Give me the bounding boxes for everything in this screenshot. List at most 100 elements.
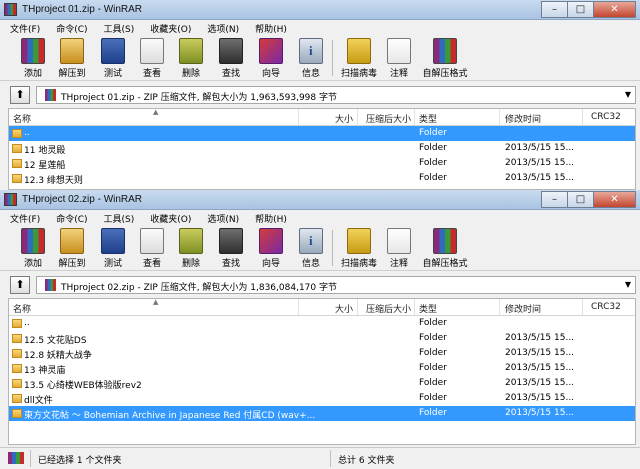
menu-favorites[interactable]: 收藏夹(O) bbox=[140, 211, 197, 225]
minimize-button[interactable]: – bbox=[541, 191, 567, 208]
folder-icon bbox=[12, 409, 22, 418]
add-button[interactable]: 添加 bbox=[14, 226, 52, 271]
comment-icon bbox=[387, 228, 411, 254]
window-title: THproject 02.zip - WinRAR bbox=[22, 194, 143, 205]
menu-options[interactable]: 选项(N) bbox=[197, 211, 245, 225]
find-button[interactable]: 查找 bbox=[212, 36, 250, 81]
chevron-down-icon[interactable]: ▼ bbox=[625, 280, 631, 289]
virus-scan-button[interactable]: 扫描病毒 bbox=[338, 226, 380, 271]
delete-button[interactable]: 删除 bbox=[172, 226, 210, 271]
maximize-button[interactable]: □ bbox=[567, 191, 593, 208]
column-type[interactable]: 类型 bbox=[419, 302, 437, 315]
column-type[interactable]: 类型 bbox=[419, 112, 437, 125]
menu-favorites[interactable]: 收藏夹(O) bbox=[140, 21, 197, 35]
virus-scan-icon bbox=[347, 38, 371, 64]
zip-archive-icon bbox=[45, 279, 56, 291]
list-item[interactable]: .. Folder bbox=[9, 126, 635, 141]
wizard-button[interactable]: 向导 bbox=[252, 36, 290, 81]
list-item[interactable]: 12.5 文花贴DS Folder 2013/5/15 15... bbox=[9, 331, 635, 346]
status-total: 总计 6 文件夹 bbox=[338, 456, 395, 466]
column-crc32[interactable]: CRC32 bbox=[591, 302, 621, 312]
list-item[interactable]: 12 星莲船 Folder 2013/5/15 15... bbox=[9, 156, 635, 171]
menu-bar: 文件(F) 命令(C) 工具(S) 收藏夹(O) 选项(N) 帮助(H) bbox=[0, 211, 640, 225]
column-size[interactable]: 大小 bbox=[335, 112, 353, 125]
menu-file[interactable]: 文件(F) bbox=[0, 211, 46, 225]
menu-help[interactable]: 帮助(H) bbox=[245, 21, 293, 35]
column-divider bbox=[582, 299, 583, 315]
menu-commands[interactable]: 命令(C) bbox=[46, 21, 93, 35]
delete-button[interactable]: 删除 bbox=[172, 36, 210, 81]
file-list: ▲ 名称 大小 压缩后大小 类型 修改时间 CRC32 .. Folder 11 … bbox=[8, 108, 636, 190]
view-button[interactable]: 查看 bbox=[133, 226, 171, 271]
folder-icon bbox=[12, 349, 22, 358]
up-arrow-icon: ⬆ bbox=[15, 278, 25, 291]
test-icon bbox=[101, 228, 125, 254]
test-button[interactable]: 测试 bbox=[94, 226, 132, 271]
info-button[interactable]: 信息 bbox=[292, 226, 330, 271]
column-crc32[interactable]: CRC32 bbox=[591, 112, 621, 122]
winrar-window-2: THproject 02.zip - WinRAR – □ ✕ 文件(F) 命令… bbox=[0, 190, 640, 469]
test-icon bbox=[101, 38, 125, 64]
comment-button[interactable]: 注释 bbox=[380, 36, 418, 81]
minimize-button[interactable]: – bbox=[541, 1, 567, 18]
column-name[interactable]: 名称 bbox=[13, 112, 31, 125]
folder-icon bbox=[12, 364, 22, 373]
extract-to-icon bbox=[60, 228, 84, 254]
winrar-app-icon bbox=[4, 3, 17, 16]
path-combobox[interactable]: THproject 01.zip - ZIP 压缩文件, 解包大小为 1,963… bbox=[36, 86, 636, 104]
info-icon bbox=[299, 228, 323, 254]
list-item[interactable]: 13.5 心绮楼WEB体验版rev2 Folder 2013/5/15 15... bbox=[9, 376, 635, 391]
add-button[interactable]: 添加 bbox=[14, 36, 52, 81]
extract-to-button[interactable]: 解压到 bbox=[53, 226, 91, 271]
column-size[interactable]: 大小 bbox=[335, 302, 353, 315]
column-name[interactable]: 名称 bbox=[13, 302, 31, 315]
sfx-button[interactable]: 自解压格式 bbox=[421, 36, 469, 81]
menu-file[interactable]: 文件(F) bbox=[0, 21, 46, 35]
list-item[interactable]: 13 神灵庙 Folder 2013/5/15 15... bbox=[9, 361, 635, 376]
sfx-button[interactable]: 自解压格式 bbox=[421, 226, 469, 271]
find-button[interactable]: 查找 bbox=[212, 226, 250, 271]
add-archive-icon bbox=[21, 228, 45, 254]
view-button[interactable]: 查看 bbox=[133, 36, 171, 81]
list-header: ▲ 名称 大小 压缩后大小 类型 修改时间 CRC32 bbox=[9, 108, 635, 126]
column-packed[interactable]: 压缩后大小 bbox=[366, 112, 411, 125]
maximize-button[interactable]: □ bbox=[567, 1, 593, 18]
find-icon bbox=[219, 228, 243, 254]
column-modified[interactable]: 修改时间 bbox=[505, 112, 541, 125]
status-selection: 已经选择 1 个文件夹 bbox=[38, 456, 122, 466]
menu-tools[interactable]: 工具(S) bbox=[94, 211, 141, 225]
title-bar[interactable]: THproject 01.zip - WinRAR – □ ✕ bbox=[0, 0, 640, 20]
comment-icon bbox=[387, 38, 411, 64]
path-combobox[interactable]: THproject 02.zip - ZIP 压缩文件, 解包大小为 1,836… bbox=[36, 276, 636, 294]
up-folder-button[interactable]: ⬆ bbox=[10, 276, 30, 294]
column-modified[interactable]: 修改时间 bbox=[505, 302, 541, 315]
sort-indicator-icon: ▲ bbox=[153, 108, 159, 116]
menu-options[interactable]: 选项(N) bbox=[197, 21, 245, 35]
virus-scan-button[interactable]: 扫描病毒 bbox=[338, 36, 380, 81]
close-button[interactable]: ✕ bbox=[593, 1, 636, 18]
wizard-icon bbox=[259, 228, 283, 254]
list-item[interactable]: .. Folder bbox=[9, 316, 635, 331]
up-folder-button[interactable]: ⬆ bbox=[10, 86, 30, 104]
folder-icon bbox=[12, 174, 22, 183]
wizard-button[interactable]: 向导 bbox=[252, 226, 290, 271]
column-packed[interactable]: 压缩后大小 bbox=[366, 302, 411, 315]
test-button[interactable]: 测试 bbox=[94, 36, 132, 81]
folder-icon bbox=[12, 319, 22, 328]
list-item[interactable]: 12.3 绯想天则 Folder 2013/5/15 15... bbox=[9, 171, 635, 186]
title-bar[interactable]: THproject 02.zip - WinRAR – □ ✕ bbox=[0, 190, 640, 210]
info-button[interactable]: 信息 bbox=[292, 36, 330, 81]
chevron-down-icon[interactable]: ▼ bbox=[625, 90, 631, 99]
list-item[interactable]: 11 地灵殿 Folder 2013/5/15 15... bbox=[9, 141, 635, 156]
list-item[interactable]: dll文件 Folder 2013/5/15 15... bbox=[9, 391, 635, 406]
extract-to-button[interactable]: 解压到 bbox=[53, 36, 91, 81]
menu-tools[interactable]: 工具(S) bbox=[94, 21, 141, 35]
column-divider bbox=[414, 109, 415, 125]
menu-commands[interactable]: 命令(C) bbox=[46, 211, 93, 225]
list-item[interactable]: 東方文花帖 ～ Bohemian Archive in Japanese Red… bbox=[9, 406, 635, 421]
menu-help[interactable]: 帮助(H) bbox=[245, 211, 293, 225]
comment-button[interactable]: 注释 bbox=[380, 226, 418, 271]
close-button[interactable]: ✕ bbox=[593, 191, 636, 208]
sfx-icon bbox=[433, 38, 457, 64]
list-item[interactable]: 12.8 妖精大战争 Folder 2013/5/15 15... bbox=[9, 346, 635, 361]
